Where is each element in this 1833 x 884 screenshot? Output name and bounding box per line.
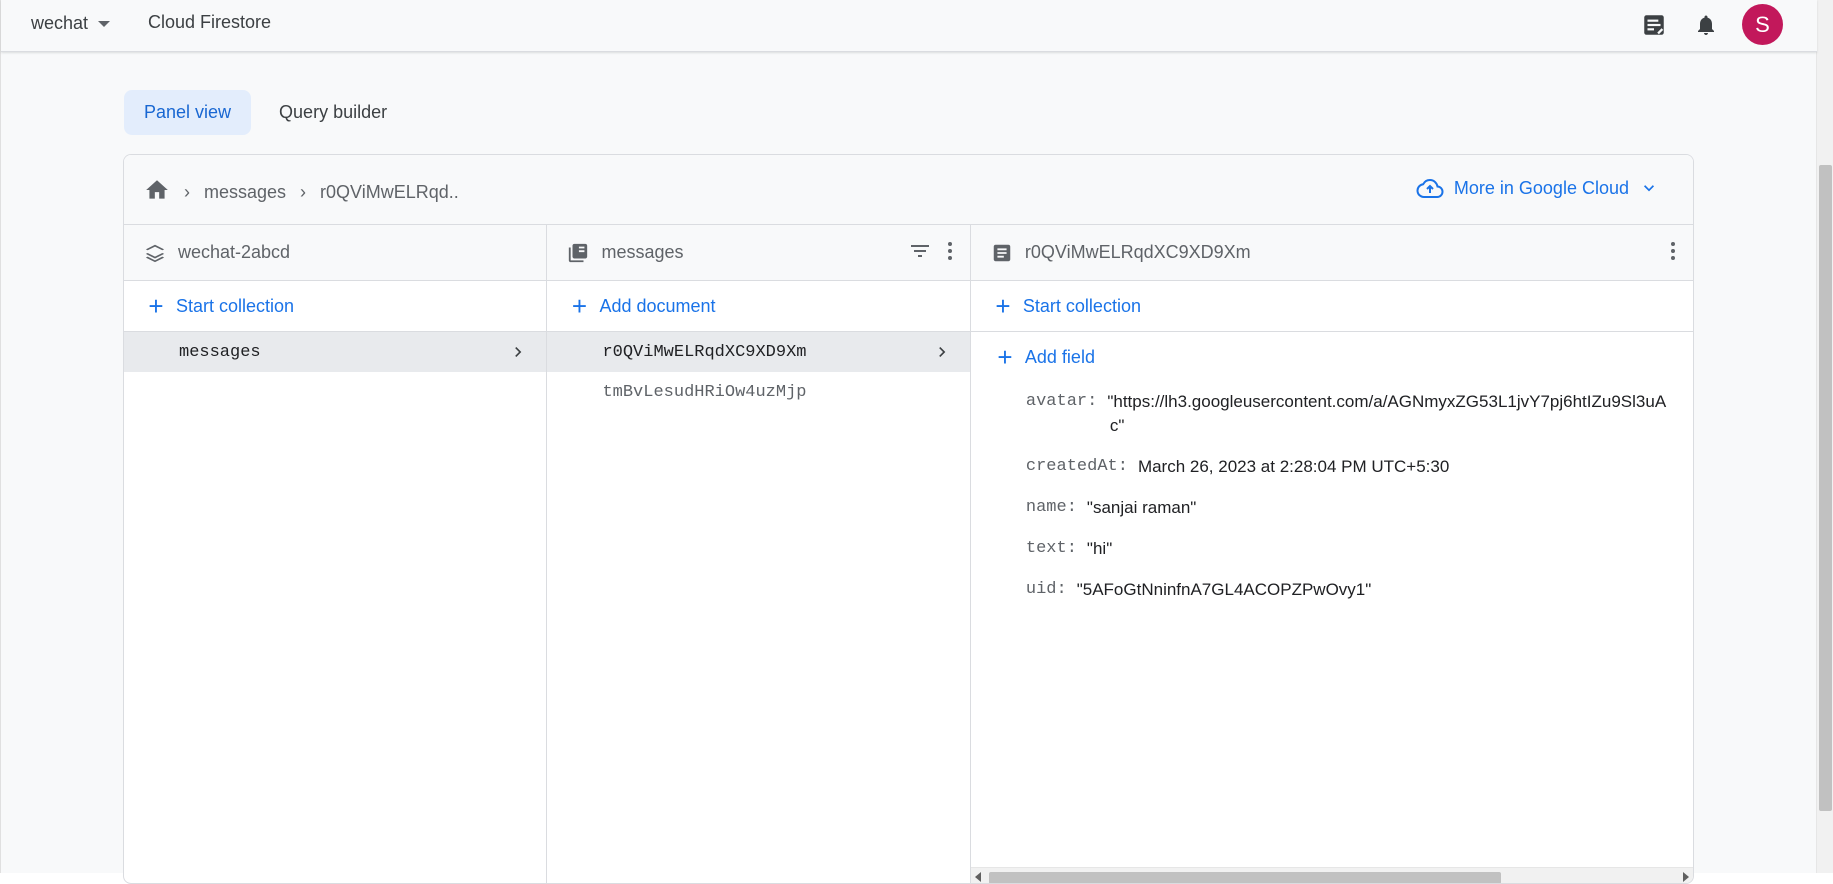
field-row-name[interactable]: name: "sanjai raman": [1026, 496, 1693, 520]
plus-icon: +: [148, 291, 164, 321]
field-row-uid[interactable]: uid: "5AFoGtNninfnA7GL4ACOPZPwOvy1": [1026, 578, 1693, 602]
breadcrumb-trail: › messages › r0QViMwELRqd..: [144, 177, 459, 208]
project-selector[interactable]: wechat: [31, 12, 111, 34]
tab-panel-view[interactable]: Panel view: [124, 90, 252, 135]
start-collection-button[interactable]: + Start collection: [970, 281, 1693, 332]
add-document-button[interactable]: + Add document: [547, 281, 970, 332]
start-collection-button[interactable]: + Start collection: [124, 281, 547, 332]
breadcrumb: › messages › r0QViMwELRqd.. More in Goog…: [124, 155, 1693, 225]
release-notes-icon[interactable]: [1638, 9, 1670, 41]
document-id: tmBvLesudHRiOw4uzMjp: [602, 382, 807, 402]
database-icon: [145, 244, 165, 262]
document-column: r0QViMwELRqdXC9XD9Xm + Start collection …: [970, 225, 1693, 883]
scroll-left-icon[interactable]: [974, 872, 981, 882]
chevron-right-icon: [939, 347, 946, 357]
list-item[interactable]: messages: [124, 332, 547, 372]
field-row-text[interactable]: text: "hi": [1026, 537, 1693, 561]
document-column-title: r0QViMwELRqdXC9XD9Xm: [1024, 242, 1251, 262]
scrollbar-thumb[interactable]: [988, 872, 1501, 883]
breadcrumb-item-document[interactable]: r0QViMwELRqd..: [320, 182, 459, 203]
list-item[interactable]: r0QViMwELRqdXC9XD9Xm: [547, 332, 970, 372]
root-column-header: wechat-2abcd: [124, 225, 547, 281]
plus-icon: +: [995, 291, 1011, 321]
chevron-down-icon: [1644, 185, 1654, 192]
collection-column-title: messages: [601, 242, 684, 262]
collection-column-header: messages: [547, 225, 970, 281]
view-tabs: Panel view Query builder: [124, 90, 407, 135]
start-collection-label: Start collection: [1022, 295, 1141, 316]
field-value: "sanjai raman": [1086, 498, 1197, 517]
document-header-actions: [1669, 239, 1677, 263]
scrollbar-thumb[interactable]: [1819, 165, 1832, 811]
cloud-icon: [1416, 178, 1444, 198]
field-row-avatar[interactable]: avatar: "https://lh3.googleusercontent.c…: [1026, 390, 1693, 442]
document-icon: [993, 244, 1011, 261]
add-field-button[interactable]: + Add field: [971, 332, 1693, 382]
add-document-label: Add document: [599, 295, 716, 316]
top-actions: S: [1638, 4, 1783, 45]
field-key: text:: [1025, 539, 1077, 558]
project-name: wechat: [31, 12, 89, 33]
bell-icon[interactable]: [1690, 9, 1722, 41]
caret-down-icon: [98, 21, 111, 27]
scroll-right-icon[interactable]: [1682, 872, 1689, 882]
field-row-createdat[interactable]: createdAt: March 26, 2023 at 2:28:04 PM …: [1026, 455, 1693, 479]
collection-icon: [569, 243, 588, 262]
document-id: r0QViMwELRqdXC9XD9Xm: [602, 342, 807, 362]
field-value: "5AFoGtNninfnA7GL4ACOPZPwOvy1": [1076, 580, 1372, 599]
home-icon[interactable]: [144, 177, 170, 208]
firestore-console: wechat Cloud Firestore S Panel view Quer…: [0, 0, 1817, 884]
data-panel: › messages › r0QViMwELRqd.. More in Goog…: [123, 154, 1694, 884]
product-title: Cloud Firestore: [148, 12, 272, 32]
plus-icon: +: [571, 291, 588, 321]
add-field-label: Add field: [1024, 346, 1095, 367]
document-column-header: r0QViMwELRqdXC9XD9Xm: [970, 225, 1693, 281]
avatar[interactable]: S: [1742, 4, 1783, 45]
more-in-google-cloud-button[interactable]: More in Google Cloud: [1416, 177, 1659, 199]
field-key: avatar:: [1025, 392, 1098, 411]
list-item[interactable]: tmBvLesudHRiOw4uzMjp: [547, 372, 969, 412]
plus-icon: +: [997, 342, 1013, 372]
collection-name: messages: [179, 342, 261, 362]
field-value-continuation: c": [1109, 416, 1125, 435]
filter-icon[interactable]: [908, 239, 932, 263]
collection-column: messages + Add document r0QViMwELRqdXC9X…: [547, 225, 971, 883]
more-vert-icon[interactable]: [1669, 239, 1677, 263]
chevron-right-icon: [515, 347, 522, 357]
breadcrumb-item-collection[interactable]: messages: [204, 182, 286, 203]
collection-header-actions: [908, 239, 954, 263]
tab-query-builder[interactable]: Query builder: [259, 90, 407, 135]
chevron-right-icon: ›: [184, 182, 190, 202]
start-collection-label: Start collection: [176, 295, 295, 316]
more-vert-icon[interactable]: [946, 239, 954, 263]
document-fields: avatar: "https://lh3.googleusercontent.c…: [971, 382, 1693, 602]
field-value: "hi": [1086, 539, 1113, 558]
field-key: createdAt:: [1025, 457, 1128, 476]
root-column-title: wechat-2abcd: [178, 242, 291, 262]
field-key: uid:: [1025, 580, 1067, 599]
field-value: March 26, 2023 at 2:28:04 PM UTC+5:30: [1137, 457, 1450, 476]
page-scrollbar[interactable]: [1816, 0, 1833, 873]
panel-columns: wechat-2abcd + Start collection messages: [124, 225, 1693, 883]
horizontal-scrollbar[interactable]: [970, 867, 1693, 883]
field-value: "https://lh3.googleusercontent.com/a/AGN…: [1107, 392, 1667, 411]
top-bar: wechat Cloud Firestore S: [1, 0, 1817, 52]
more-in-google-cloud-label: More in Google Cloud: [1453, 177, 1629, 198]
field-key: name:: [1025, 498, 1077, 517]
chevron-right-icon: ›: [300, 182, 307, 202]
root-column: wechat-2abcd + Start collection messages: [124, 225, 548, 883]
